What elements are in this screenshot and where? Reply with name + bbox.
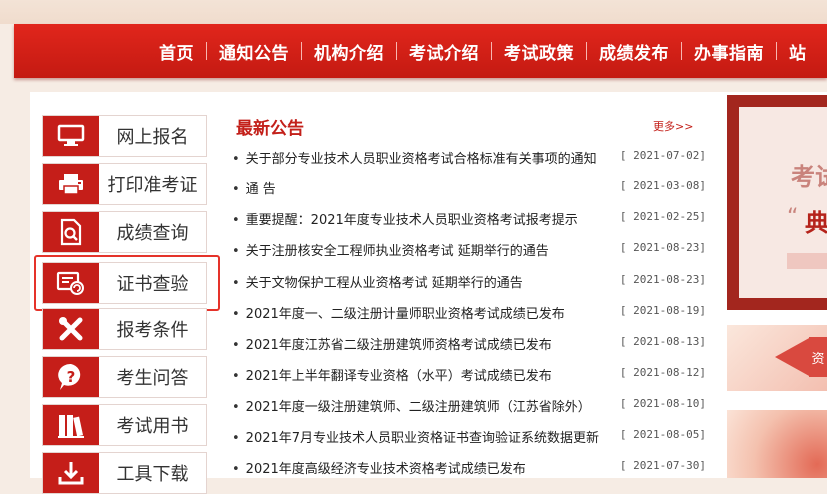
svg-text:?: ?: [67, 368, 76, 386]
promo-banner-3[interactable]: [727, 410, 827, 478]
news-item-date: [ 2021-07-02]: [619, 149, 706, 162]
more-link[interactable]: 更多>>: [653, 118, 693, 134]
printer-icon: [43, 164, 99, 204]
nav-item-about[interactable]: 机构介绍: [302, 39, 396, 64]
main-nav: 首页 通知公告 机构介绍 考试介绍 考试政策 成绩发布 办事指南 站: [14, 24, 827, 78]
news-item[interactable]: 2021年度高级经济专业技术资格考试成绩已发布 [ 2021-07-30]: [232, 458, 706, 478]
banner-text: 考试: [791, 163, 827, 191]
top-band: [0, 0, 827, 24]
news-item-title[interactable]: 关于注册核安全工程师执业资格考试 延期举行的通告: [232, 240, 614, 259]
nav-item-site[interactable]: 站: [777, 39, 819, 64]
banner-text: 资: [809, 337, 827, 377]
news-item-date: [ 2021-03-08]: [619, 179, 706, 192]
news-item-title[interactable]: 2021年度一、二级注册计量师职业资格考试成绩已发布: [232, 303, 614, 322]
news-item-date: [ 2021-07-30]: [619, 459, 706, 472]
sidebar-item-online-registration[interactable]: 网上报名: [42, 115, 207, 157]
sidebar-item-label: 考试用书: [116, 416, 189, 437]
arrow-decoration: [775, 337, 811, 377]
news-item-date: [ 2021-08-13]: [619, 335, 706, 348]
nav-item-policy[interactable]: 考试政策: [492, 39, 586, 64]
news-item-date: [ 2021-08-23]: [619, 241, 706, 254]
news-item-date: [ 2021-08-05]: [619, 428, 706, 441]
sidebar-item-print-admission[interactable]: 打印准考证: [42, 163, 207, 205]
nav-item-home[interactable]: 首页: [147, 39, 206, 64]
news-item[interactable]: 2021年上半年翻译专业资格（水平）考试成绩已发布 [ 2021-08-12]: [232, 365, 706, 385]
sidebar-item-qa[interactable]: ? 考生问答: [42, 356, 207, 398]
question-icon: ?: [43, 357, 99, 397]
document-search-icon: [43, 212, 99, 252]
news-item-title[interactable]: 2021年度高级经济专业技术资格考试成绩已发布: [232, 458, 614, 477]
news-item[interactable]: 关于文物保护工程从业资格考试 延期举行的通告 [ 2021-08-23]: [232, 272, 706, 292]
news-item-title[interactable]: 重要提醒：2021年度专业技术人员职业资格考试报考提示: [232, 209, 614, 228]
news-item-date: [ 2021-08-23]: [619, 273, 706, 286]
news-item-date: [ 2021-08-12]: [619, 366, 706, 379]
news-item-date: [ 2021-02-25]: [619, 210, 706, 223]
monitor-icon: [43, 116, 99, 156]
news-item-date: [ 2021-08-19]: [619, 304, 706, 317]
sidebar-item-score-query[interactable]: 成绩查询: [42, 211, 207, 253]
sidebar-item-label: 成绩查询: [116, 223, 189, 244]
news-item[interactable]: 关于注册核安全工程师执业资格考试 延期举行的通告 [ 2021-08-23]: [232, 240, 706, 260]
download-icon: [43, 453, 99, 493]
sidebar-item-tool-download[interactable]: 工具下载: [42, 452, 207, 494]
nav-item-guide[interactable]: 办事指南: [682, 39, 776, 64]
sidebar-item-exam-books[interactable]: 考试用书: [42, 404, 207, 446]
news-item-title[interactable]: 通 告: [232, 178, 614, 197]
promo-banner-inner: 考试 “ 典: [739, 107, 827, 298]
news-item-title[interactable]: 2021年度一级注册建筑师、二级注册建筑师（江苏省除外）: [232, 396, 614, 415]
sidebar-item-label: 打印准考证: [107, 175, 198, 196]
banner-text: 典: [805, 209, 827, 237]
news-section-title: 最新公告: [236, 119, 304, 139]
sidebar-item-label: 考生问答: [116, 368, 189, 389]
promo-banner[interactable]: 考试 “ 典: [727, 95, 827, 310]
news-item-date: [ 2021-08-10]: [619, 397, 706, 410]
tools-icon: [43, 309, 99, 349]
nav-item-exam-intro[interactable]: 考试介绍: [397, 39, 491, 64]
highlight-box: [34, 255, 220, 311]
promo-banner-2[interactable]: 资: [727, 325, 827, 391]
news-item-title[interactable]: 关于部分专业技术人员职业资格考试合格标准有关事项的通知: [232, 148, 614, 167]
news-item[interactable]: 2021年度一、二级注册计量师职业资格考试成绩已发布 [ 2021-08-19]: [232, 303, 706, 323]
banner-decoration: [787, 253, 827, 269]
banner-quote: “: [787, 205, 799, 230]
news-item-title[interactable]: 2021年7月专业技术人员职业资格证书查询验证系统数据更新: [232, 427, 614, 446]
nav-items: 首页 通知公告 机构介绍 考试介绍 考试政策 成绩发布 办事指南 站: [147, 24, 819, 78]
news-item[interactable]: 重要提醒：2021年度专业技术人员职业资格考试报考提示 [ 2021-02-25…: [232, 209, 706, 229]
nav-item-notices[interactable]: 通知公告: [207, 39, 301, 64]
sidebar-item-label: 报考条件: [116, 320, 189, 341]
news-item-title[interactable]: 2021年上半年翻译专业资格（水平）考试成绩已发布: [232, 365, 614, 384]
news-item-title[interactable]: 2021年度江苏省二级注册建筑师资格考试成绩已发布: [232, 334, 614, 353]
nav-item-scores[interactable]: 成绩发布: [587, 39, 681, 64]
sidebar-item-label: 网上报名: [116, 127, 189, 148]
news-item[interactable]: 通 告 [ 2021-03-08]: [232, 178, 706, 198]
news-item-title[interactable]: 关于文物保护工程从业资格考试 延期举行的通告: [232, 272, 614, 291]
books-icon: [43, 405, 99, 445]
sidebar-item-label: 工具下载: [116, 464, 189, 485]
news-item[interactable]: 2021年7月专业技术人员职业资格证书查询验证系统数据更新 [ 2021-08-…: [232, 427, 706, 447]
news-item[interactable]: 2021年度江苏省二级注册建筑师资格考试成绩已发布 [ 2021-08-13]: [232, 334, 706, 354]
news-item[interactable]: 2021年度一级注册建筑师、二级注册建筑师（江苏省除外） [ 2021-08-1…: [232, 396, 706, 416]
news-item[interactable]: 关于部分专业技术人员职业资格考试合格标准有关事项的通知 [ 2021-07-02…: [232, 148, 706, 168]
sidebar-item-eligibility[interactable]: 报考条件: [42, 308, 207, 350]
